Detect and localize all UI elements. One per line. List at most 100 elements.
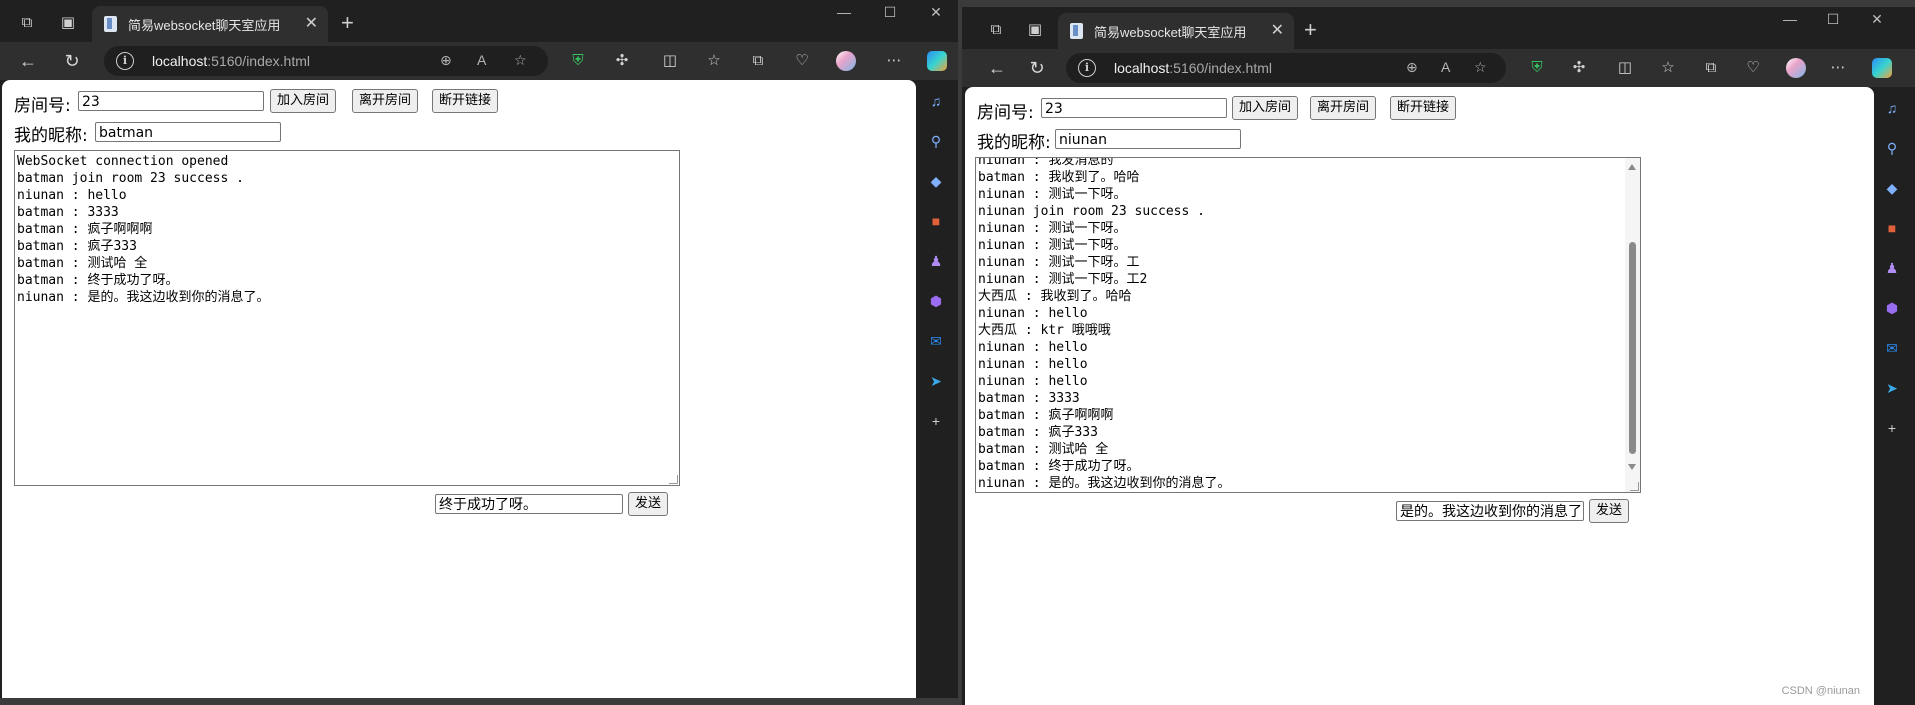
- favorites-icon[interactable]: ☆: [1658, 58, 1678, 78]
- message-line: batman : 我收到了。哈哈: [978, 170, 1140, 185]
- search-icon[interactable]: ⚲: [1883, 139, 1901, 157]
- browser-essentials-icon[interactable]: ♡: [1743, 58, 1763, 78]
- message-log[interactable]: WebSocket connection opened batman join r…: [14, 150, 680, 486]
- message-log[interactable]: niunan : 我发消息的 batman : 我收到了。哈哈 niunan : 测…: [975, 157, 1641, 493]
- tab-close-icon[interactable]: ✕: [305, 13, 318, 33]
- minimize-button[interactable]: —: [1770, 11, 1810, 27]
- more-options-icon[interactable]: ⋯: [1828, 58, 1848, 78]
- add-sidebar-app-icon[interactable]: +: [927, 412, 945, 430]
- search-icon[interactable]: ⚲: [927, 132, 945, 150]
- notifications-icon[interactable]: ♫: [927, 92, 945, 110]
- site-info-icon[interactable]: i: [1078, 59, 1096, 77]
- outlook-icon[interactable]: ✉: [1883, 339, 1901, 357]
- shield-extension-icon[interactable]: ⛨: [1527, 58, 1547, 78]
- message-line: niunan : 是的。我这边收到你的消息了。: [17, 290, 270, 305]
- disconnect-button[interactable]: 断开链接: [432, 89, 499, 113]
- maximize-button[interactable]: ☐: [1813, 11, 1853, 28]
- back-icon[interactable]: ←: [17, 50, 39, 72]
- new-tab-button[interactable]: +: [1304, 17, 1317, 43]
- message-input[interactable]: 是的。我这边收到你的消息了: [1396, 501, 1584, 521]
- disconnect-button[interactable]: 断开链接: [1390, 96, 1457, 120]
- extensions-icon[interactable]: ✣: [1569, 58, 1589, 78]
- message-line: batman : 疯子333: [17, 239, 137, 254]
- collections-icon[interactable]: ⧉: [748, 51, 768, 71]
- message-line: niunan : 是的。我这边收到你的消息了。: [978, 476, 1231, 491]
- room-input[interactable]: 23: [78, 91, 264, 111]
- games-icon[interactable]: ♟: [927, 252, 945, 270]
- read-aloud-icon[interactable]: A: [477, 52, 486, 68]
- back-icon[interactable]: ←: [986, 57, 1008, 79]
- zoom-icon[interactable]: ⊕: [1406, 59, 1418, 76]
- message-line: niunan : hello: [978, 340, 1088, 355]
- favorite-star-icon[interactable]: ☆: [1474, 59, 1487, 76]
- tab-chat-app[interactable]: 简易websocket聊天室应用 ✕: [1058, 13, 1294, 49]
- close-window-button[interactable]: ✕: [916, 4, 956, 21]
- address-bar[interactable]: i localhost:5160/index.html ⊕ A ☆: [1066, 53, 1506, 83]
- refresh-icon[interactable]: ↻: [1026, 57, 1048, 79]
- send-button[interactable]: 发送: [628, 492, 669, 516]
- favorite-star-icon[interactable]: ☆: [514, 52, 527, 69]
- tab-actions-icon[interactable]: ▣: [58, 13, 78, 33]
- join-room-button[interactable]: 加入房间: [270, 89, 337, 113]
- tab-title: 简易websocket聊天室应用: [1094, 25, 1247, 40]
- copilot-icon[interactable]: [1872, 58, 1892, 78]
- message-line: niunan : 我发消息的: [978, 157, 1114, 168]
- outlook-icon[interactable]: ✉: [927, 332, 945, 350]
- add-sidebar-app-icon[interactable]: +: [1883, 419, 1901, 437]
- send-button[interactable]: 发送: [1589, 499, 1630, 523]
- tools-icon[interactable]: ■: [1883, 219, 1901, 237]
- resize-handle[interactable]: [669, 475, 678, 484]
- minimize-button[interactable]: —: [824, 4, 864, 20]
- page-favicon-icon: [104, 16, 117, 32]
- scrollbar-thumb[interactable]: [1629, 242, 1636, 454]
- drop-icon[interactable]: ➤: [1883, 379, 1901, 397]
- resize-handle[interactable]: [1630, 482, 1639, 491]
- workspaces-icon[interactable]: ⧉: [986, 20, 1006, 40]
- message-log-scrollbar[interactable]: [1625, 158, 1640, 492]
- zoom-icon[interactable]: ⊕: [440, 52, 452, 69]
- message-input[interactable]: 终于成功了呀。: [435, 494, 623, 514]
- shopping-tag-icon[interactable]: ◆: [927, 172, 945, 190]
- maximize-button[interactable]: ☐: [870, 4, 910, 21]
- favorites-icon[interactable]: ☆: [704, 51, 724, 71]
- message-line: niunan : 测试一下呀。工: [978, 255, 1140, 270]
- split-screen-icon[interactable]: ◫: [660, 51, 680, 71]
- browser-essentials-icon[interactable]: ♡: [792, 51, 812, 71]
- tools-icon[interactable]: ■: [927, 212, 945, 230]
- nickname-input[interactable]: niunan: [1055, 129, 1241, 149]
- tab-chat-app[interactable]: 简易websocket聊天室应用 ✕: [92, 6, 328, 42]
- notifications-icon[interactable]: ♫: [1883, 99, 1901, 117]
- new-tab-button[interactable]: +: [341, 10, 354, 36]
- split-screen-icon[interactable]: ◫: [1615, 58, 1635, 78]
- shopping-tag-icon[interactable]: ◆: [1883, 179, 1901, 197]
- close-window-button[interactable]: ✕: [1857, 11, 1897, 28]
- message-line: 大西瓜 : ktr 哦哦哦: [978, 323, 1111, 338]
- microsoft-365-icon[interactable]: ⬢: [927, 292, 945, 310]
- profile-avatar[interactable]: [836, 51, 856, 71]
- nickname-input[interactable]: batman: [95, 122, 281, 142]
- address-bar[interactable]: i localhost:5160/index.html ⊕ A ☆: [104, 46, 548, 76]
- site-info-icon[interactable]: i: [116, 52, 134, 70]
- leave-room-button[interactable]: 离开房间: [1310, 96, 1377, 120]
- room-input[interactable]: 23: [1041, 98, 1227, 118]
- microsoft-365-icon[interactable]: ⬢: [1883, 299, 1901, 317]
- more-options-icon[interactable]: ⋯: [884, 51, 904, 71]
- shield-extension-icon[interactable]: ⛨: [568, 51, 588, 71]
- drop-icon[interactable]: ➤: [927, 372, 945, 390]
- workspaces-icon[interactable]: ⧉: [17, 13, 37, 33]
- message-line: niunan : 测试一下呀。: [978, 187, 1127, 202]
- refresh-icon[interactable]: ↻: [61, 50, 83, 72]
- scroll-up-arrow-icon[interactable]: [1628, 164, 1636, 170]
- scroll-down-arrow-icon[interactable]: [1628, 464, 1636, 470]
- read-aloud-icon[interactable]: A: [1441, 59, 1450, 75]
- tab-actions-icon[interactable]: ▣: [1025, 20, 1045, 40]
- games-icon[interactable]: ♟: [1883, 259, 1901, 277]
- extensions-icon[interactable]: ✣: [612, 51, 632, 71]
- tab-close-icon[interactable]: ✕: [1271, 20, 1284, 40]
- copilot-icon[interactable]: [927, 51, 947, 71]
- join-room-button[interactable]: 加入房间: [1232, 96, 1299, 120]
- leave-room-button[interactable]: 离开房间: [352, 89, 419, 113]
- nickname-label: 我的昵称:: [14, 126, 88, 146]
- profile-avatar[interactable]: [1786, 58, 1806, 78]
- collections-icon[interactable]: ⧉: [1701, 58, 1721, 78]
